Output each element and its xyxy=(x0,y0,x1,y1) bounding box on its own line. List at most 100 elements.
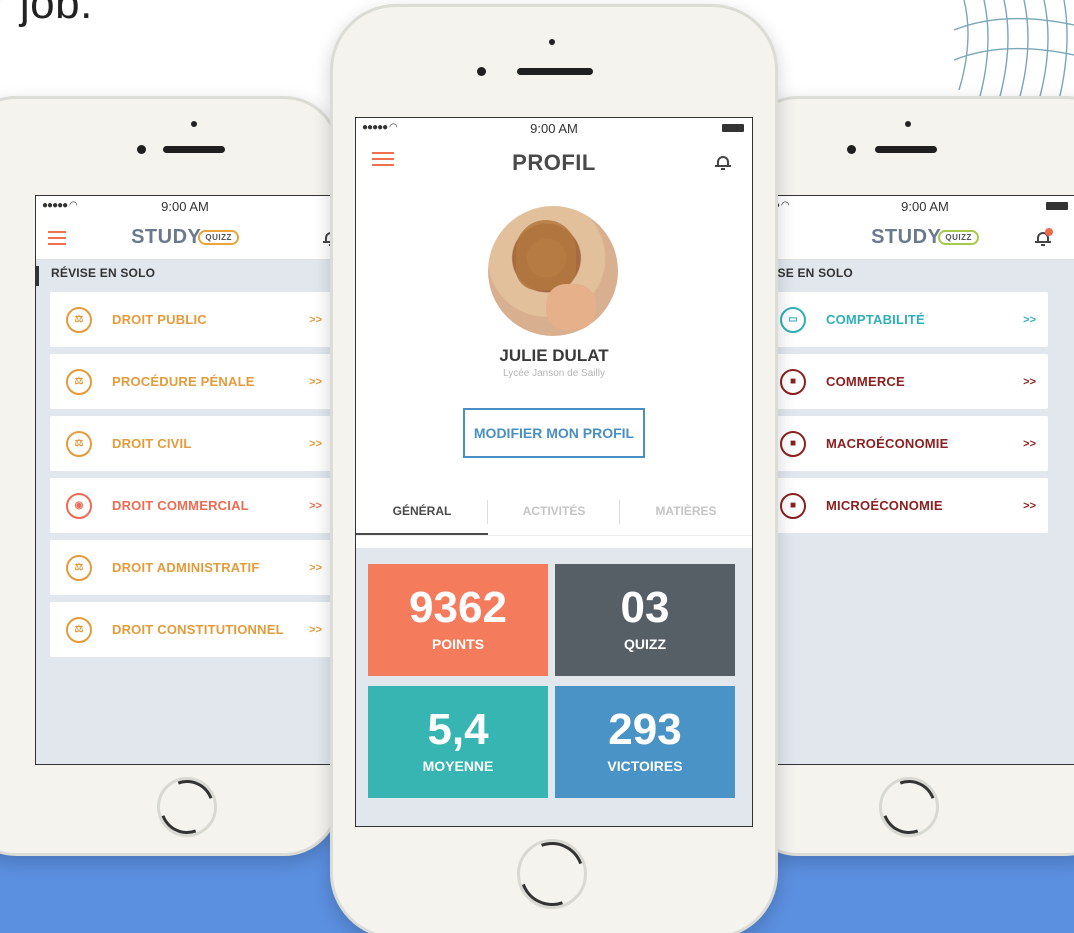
logo-text: STUDY xyxy=(871,226,942,248)
phone-camera xyxy=(477,67,486,76)
list-item[interactable]: ▭ COMPTABILITÉ >> xyxy=(774,292,1048,347)
phone-camera xyxy=(847,145,856,154)
phone-sensor xyxy=(905,121,911,127)
tab-label: GÉNÉRAL xyxy=(392,504,452,518)
home-button[interactable] xyxy=(509,831,595,917)
bell-icon[interactable] xyxy=(1035,228,1053,246)
left-screen: ●●●●● ◠ 9:00 AM STUDY QUIZZ RÉVISE EN SOL… xyxy=(35,195,335,765)
list-item[interactable]: ⚖ PROCÉDURE PÉNALE >> xyxy=(50,354,334,409)
stat-label: VICTOIRES xyxy=(607,758,683,774)
home-button[interactable] xyxy=(873,771,945,843)
profile-tabs: GÉNÉRAL ACTIVITÉS MATIÈRES xyxy=(356,490,752,536)
tab-activites[interactable]: ACTIVITÉS xyxy=(488,490,620,535)
chevron-icon: >> xyxy=(1023,499,1036,512)
list-item-label: MACROÉCONOMIE xyxy=(826,436,949,451)
briefcase-icon: ■ xyxy=(780,430,806,457)
profile-header: PROFIL xyxy=(356,140,752,190)
briefcase-icon: ■ xyxy=(780,492,806,519)
list-item[interactable]: ⚖ DROIT PUBLIC >> xyxy=(50,292,334,347)
phone-camera xyxy=(137,145,146,154)
list-item[interactable]: ■ COMMERCE >> xyxy=(774,354,1048,409)
chevron-icon: >> xyxy=(309,437,322,450)
stat-label: MOYENNE xyxy=(422,758,494,774)
app-header: STUDY QUIZZ xyxy=(36,218,334,260)
phone-sensor xyxy=(191,121,197,127)
section-title: ISE EN SOLO xyxy=(774,266,853,280)
chevron-icon: >> xyxy=(1023,437,1036,450)
logo-badge: QUIZZ xyxy=(938,230,979,246)
subject-list: ⚖ DROIT PUBLIC >> ⚖ PROCÉDURE PÉNALE >> … xyxy=(50,292,334,664)
globe-icon: ◉ xyxy=(66,492,92,519)
phone-speaker xyxy=(875,146,937,153)
list-item-label: DROIT CONSTITUTIONNEL xyxy=(112,622,284,637)
list-item-label: MICROÉCONOMIE xyxy=(826,498,943,513)
chevron-icon: >> xyxy=(309,313,322,326)
list-item[interactable]: ⚖ DROIT CONSTITUTIONNEL >> xyxy=(50,602,334,657)
stat-label: QUIZZ xyxy=(624,636,666,652)
stat-tile-victoires[interactable]: 293 VICTOIRES xyxy=(555,686,735,798)
tab-general[interactable]: GÉNÉRAL xyxy=(356,490,488,535)
tab-label: MATIÈRES xyxy=(655,504,717,518)
list-item[interactable]: ■ MACROÉCONOMIE >> xyxy=(774,416,1048,471)
stat-value: 293 xyxy=(608,705,682,754)
subject-list: ▭ COMPTABILITÉ >> ■ COMMERCE >> ■ MACROÉ… xyxy=(774,292,1048,540)
scales-icon: ⚖ xyxy=(66,306,92,333)
right-screen: ● ◠ 9:00 AM STUDY QUIZZ ISE EN SOLO ▭ COM… xyxy=(773,195,1074,765)
app-header: STUDY QUIZZ xyxy=(774,218,1074,260)
stat-tile-points[interactable]: 9362 POINTS xyxy=(368,564,548,676)
logo-text: STUDY xyxy=(131,226,202,248)
list-item-label: DROIT CIVIL xyxy=(112,436,192,451)
status-time: 9:00 AM xyxy=(530,121,578,136)
tab-matieres[interactable]: MATIÈRES xyxy=(620,490,752,535)
logo-badge: QUIZZ xyxy=(198,230,239,246)
list-item-label: COMPTABILITÉ xyxy=(826,312,925,327)
phone-speaker xyxy=(163,146,225,153)
center-phone: ●●●●● ◠ 9:00 AM PROFIL JULIE DULAT Lycée… xyxy=(330,4,778,933)
list-item[interactable]: ■ MICROÉCONOMIE >> xyxy=(774,478,1048,533)
status-bar: ● ◠ 9:00 AM xyxy=(774,196,1074,218)
scales-icon: ⚖ xyxy=(66,616,92,643)
chevron-icon: >> xyxy=(309,375,322,388)
stat-tile-moyenne[interactable]: 5,4 MOYENNE xyxy=(368,686,548,798)
app-logo: STUDY QUIZZ xyxy=(36,226,334,249)
avatar[interactable] xyxy=(488,206,618,336)
scales-icon: ⚖ xyxy=(66,430,92,457)
profile-card: JULIE DULAT Lycée Janson de Sailly MODIF… xyxy=(356,190,752,548)
edit-profile-button[interactable]: MODIFIER MON PROFIL xyxy=(463,408,645,458)
list-item-label: COMMERCE xyxy=(826,374,905,389)
stat-label: POINTS xyxy=(431,636,485,652)
tab-label: ACTIVITÉS xyxy=(522,504,586,518)
list-item[interactable]: ⚖ DROIT ADMINISTRATIF >> xyxy=(50,540,334,595)
phone-sensor xyxy=(549,39,555,45)
stat-tile-quizz[interactable]: 03 QUIZZ xyxy=(555,564,735,676)
list-item[interactable]: ⚖ DROIT CIVIL >> xyxy=(50,416,334,471)
chevron-icon: >> xyxy=(1023,375,1036,388)
section-title: RÉVISE EN SOLO xyxy=(36,266,334,286)
chevron-icon: >> xyxy=(309,499,322,512)
chevron-icon: >> xyxy=(309,623,322,636)
decorative-illustration xyxy=(953,0,1074,101)
bell-icon[interactable] xyxy=(715,154,731,170)
list-item-label: PROCÉDURE PÉNALE xyxy=(112,374,255,389)
battery-icon xyxy=(1046,202,1068,210)
battery-icon xyxy=(722,124,744,132)
briefcase-icon: ■ xyxy=(780,368,806,395)
chevron-icon: >> xyxy=(1023,313,1036,326)
stat-value: 9362 xyxy=(409,583,507,632)
home-button[interactable] xyxy=(151,771,223,843)
ruler-icon: ▭ xyxy=(780,306,806,333)
page-title: PROFIL xyxy=(512,150,596,175)
stat-value: 03 xyxy=(620,583,670,632)
notification-dot xyxy=(1045,228,1053,236)
scales-icon: ⚖ xyxy=(66,368,92,395)
status-bar: ●●●●● ◠ 9:00 AM xyxy=(36,196,334,218)
phone-speaker xyxy=(517,68,593,75)
background-headline: r job. xyxy=(0,0,93,28)
status-time: 9:00 AM xyxy=(161,199,209,214)
chevron-icon: >> xyxy=(309,561,322,574)
list-item-label: DROIT COMMERCIAL xyxy=(112,498,249,513)
profile-school: Lycée Janson de Sailly xyxy=(503,368,605,379)
profile-name: JULIE DULAT xyxy=(499,346,609,365)
left-phone: ●●●●● ◠ 9:00 AM STUDY QUIZZ RÉVISE EN SOL… xyxy=(0,96,340,856)
list-item[interactable]: ◉ DROIT COMMERCIAL >> xyxy=(50,478,334,533)
